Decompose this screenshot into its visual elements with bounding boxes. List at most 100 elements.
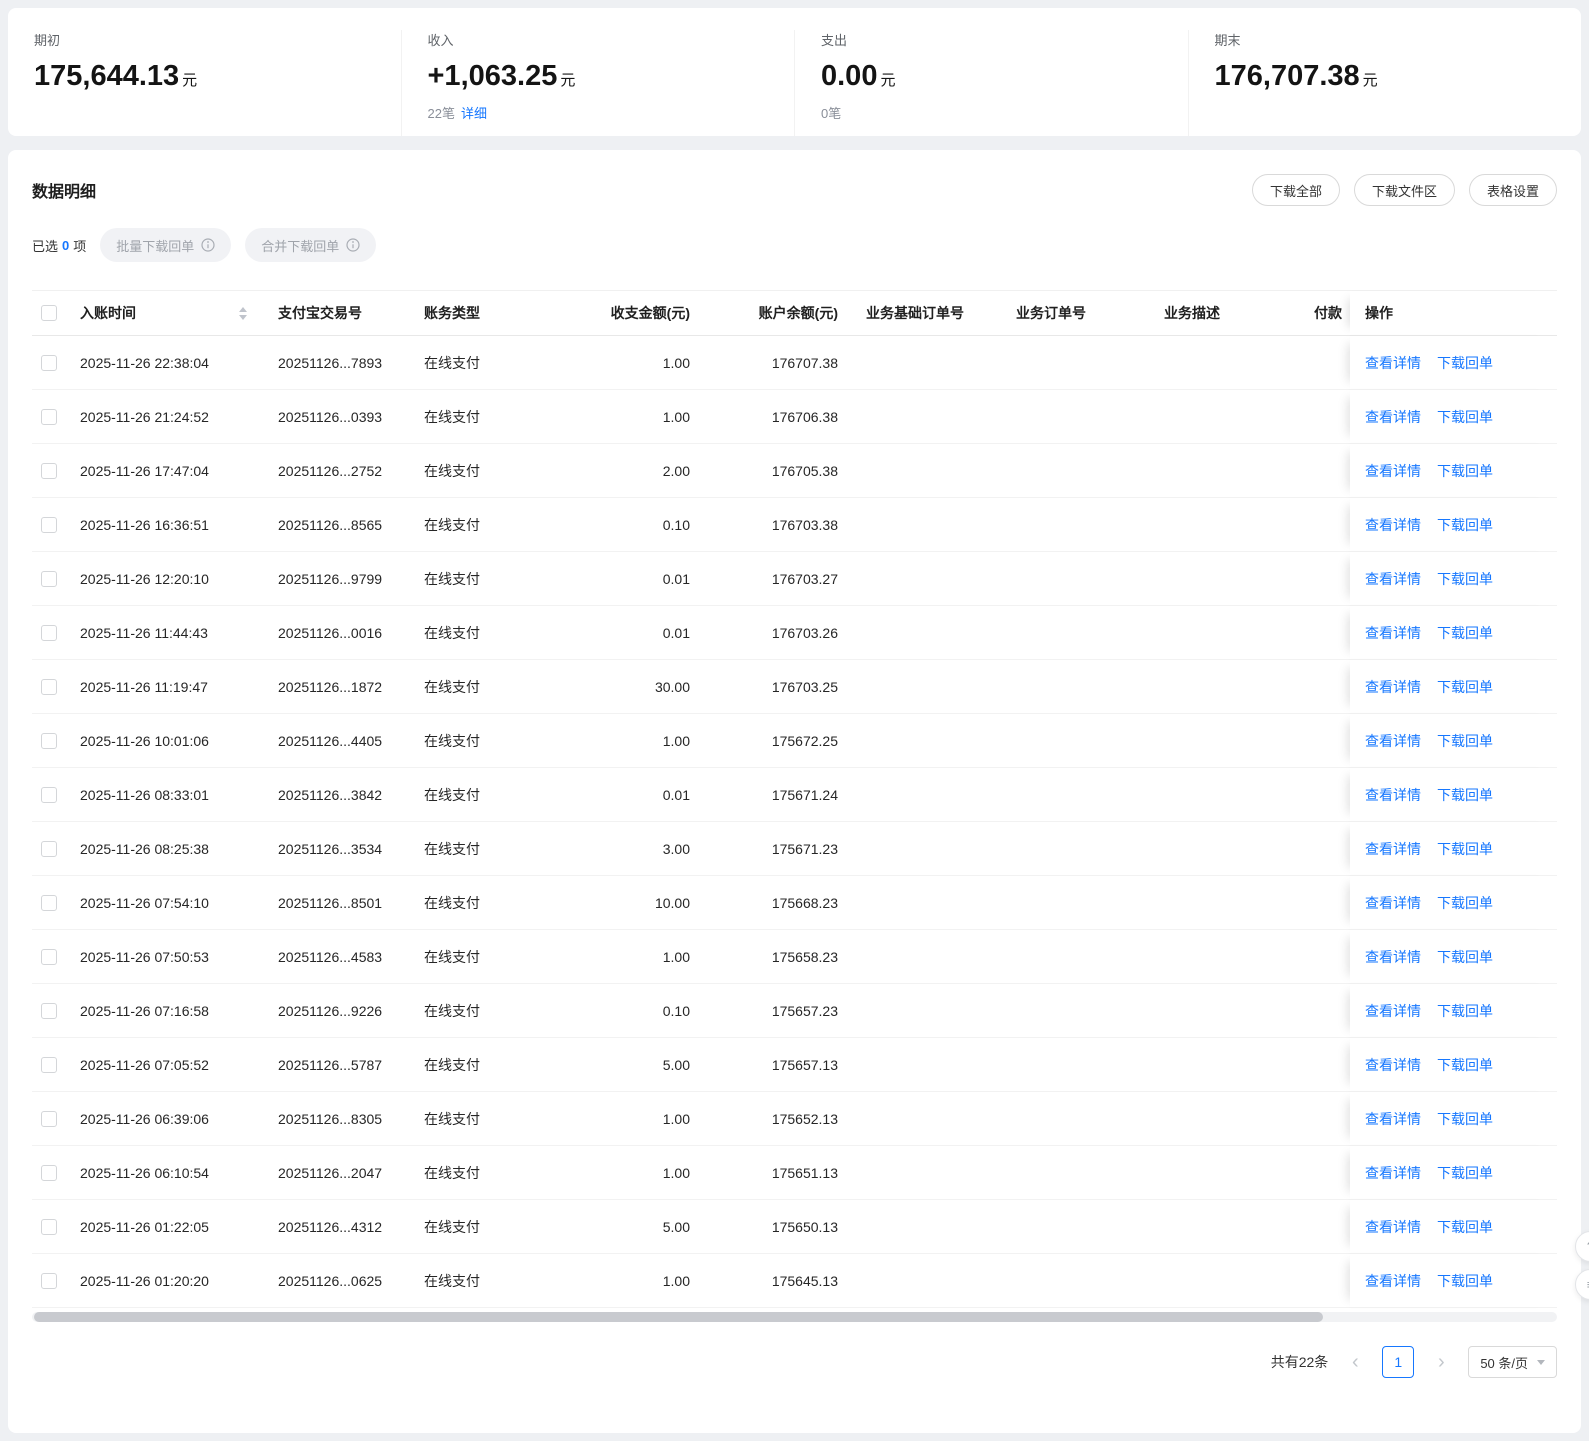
cell-balance: 175650.13 bbox=[771, 1218, 838, 1235]
download-receipt-link[interactable]: 下载回单 bbox=[1437, 893, 1493, 913]
view-detail-link[interactable]: 查看详情 bbox=[1365, 407, 1421, 427]
cell-entry-time: 2025-11-26 06:39:06 bbox=[80, 1110, 209, 1127]
view-detail-link[interactable]: 查看详情 bbox=[1365, 623, 1421, 643]
view-detail-link[interactable]: 查看详情 bbox=[1365, 1163, 1421, 1183]
download-receipt-link[interactable]: 下载回单 bbox=[1437, 569, 1493, 589]
data-detail-panel: 数据明细 下载全部 下载文件区 表格设置 已选 0 项 批量下载回单 合并下载回单 … bbox=[8, 150, 1581, 1433]
download-receipt-link[interactable]: 下载回单 bbox=[1437, 1055, 1493, 1075]
row-checkbox[interactable] bbox=[41, 1056, 57, 1073]
cell-balance: 176707.38 bbox=[771, 354, 838, 371]
cell-entry-time: 2025-11-26 16:36:51 bbox=[80, 516, 209, 533]
cell-operations: 查看详情 下载回单 bbox=[1350, 1254, 1557, 1307]
view-detail-link[interactable]: 查看详情 bbox=[1365, 839, 1421, 859]
download-receipt-link[interactable]: 下载回单 bbox=[1437, 461, 1493, 481]
row-checkbox[interactable] bbox=[41, 894, 57, 911]
row-checkbox-cell bbox=[32, 984, 80, 1037]
cell-alipay-txn-id: 20251126...8305 bbox=[278, 1110, 383, 1127]
download-receipt-link[interactable]: 下载回单 bbox=[1437, 677, 1493, 697]
row-checkbox[interactable] bbox=[41, 354, 57, 371]
view-detail-link[interactable]: 查看详情 bbox=[1365, 569, 1421, 589]
table-row: 2025-11-26 08:33:01 20251126...3842 在线支付… bbox=[32, 768, 1557, 822]
download-zone-button[interactable]: 下载文件区 bbox=[1353, 174, 1455, 206]
view-detail-link[interactable]: 查看详情 bbox=[1365, 947, 1421, 967]
col-entry-time[interactable]: 入账时间 bbox=[80, 291, 278, 335]
prev-page-icon[interactable]: ‹ bbox=[1342, 1346, 1368, 1378]
stat-label: 期初 bbox=[34, 33, 61, 48]
download-receipt-link[interactable]: 下载回单 bbox=[1437, 947, 1493, 967]
row-checkbox[interactable] bbox=[41, 1272, 57, 1289]
view-detail-link[interactable]: 查看详情 bbox=[1365, 1001, 1421, 1021]
download-receipt-link[interactable]: 下载回单 bbox=[1437, 623, 1493, 643]
download-all-button[interactable]: 下载全部 bbox=[1251, 174, 1340, 206]
col-amount: 收支金额(元) bbox=[610, 305, 690, 321]
view-detail-link[interactable]: 查看详情 bbox=[1365, 1055, 1421, 1075]
download-receipt-link[interactable]: 下载回单 bbox=[1437, 1001, 1493, 1021]
view-detail-link[interactable]: 查看详情 bbox=[1365, 677, 1421, 697]
stat-sub: 0笔 bbox=[821, 103, 1188, 122]
view-detail-link[interactable]: 查看详情 bbox=[1365, 1217, 1421, 1237]
row-checkbox[interactable] bbox=[41, 1164, 57, 1181]
download-receipt-link[interactable]: 下载回单 bbox=[1437, 353, 1493, 373]
download-receipt-link[interactable]: 下载回单 bbox=[1437, 785, 1493, 805]
row-checkbox-cell bbox=[32, 768, 80, 821]
cell-amount: 1.00 bbox=[662, 732, 690, 749]
cell-alipay-txn-id: 20251126...3534 bbox=[278, 840, 383, 857]
service-floating-button[interactable]: ≡ bbox=[1575, 1269, 1589, 1300]
cell-payer bbox=[1314, 1038, 1350, 1091]
download-receipt-link[interactable]: 下载回单 bbox=[1437, 731, 1493, 751]
row-checkbox[interactable] bbox=[41, 462, 57, 479]
row-checkbox[interactable] bbox=[41, 624, 57, 641]
row-checkbox[interactable] bbox=[41, 1110, 57, 1127]
next-page-icon[interactable]: › bbox=[1428, 1346, 1454, 1378]
cell-account-type: 在线支付 bbox=[424, 840, 480, 857]
view-detail-link[interactable]: 查看详情 bbox=[1365, 1271, 1421, 1291]
sort-icon[interactable] bbox=[239, 306, 247, 320]
cell-payer bbox=[1314, 444, 1350, 497]
cell-operations: 查看详情 下载回单 bbox=[1350, 876, 1557, 929]
row-checkbox[interactable] bbox=[41, 408, 57, 425]
income-detail-link[interactable]: 详细 bbox=[461, 106, 487, 121]
view-detail-link[interactable]: 查看详情 bbox=[1365, 731, 1421, 751]
row-checkbox[interactable] bbox=[41, 732, 57, 749]
row-checkbox[interactable] bbox=[41, 678, 57, 695]
cell-payer bbox=[1314, 1146, 1350, 1199]
cell-base-order-id bbox=[838, 768, 1016, 821]
download-receipt-link[interactable]: 下载回单 bbox=[1437, 1217, 1493, 1237]
cell-alipay-txn-id: 20251126...1872 bbox=[278, 678, 383, 695]
merge-download-receipt-button[interactable]: 合并下载回单 bbox=[245, 228, 377, 262]
row-checkbox[interactable] bbox=[41, 516, 57, 533]
download-receipt-link[interactable]: 下载回单 bbox=[1437, 1109, 1493, 1129]
col-account-type: 账务类型 bbox=[424, 305, 480, 321]
download-receipt-link[interactable]: 下载回单 bbox=[1437, 515, 1493, 535]
cell-balance: 175657.13 bbox=[771, 1056, 838, 1073]
row-checkbox[interactable] bbox=[41, 1218, 57, 1235]
view-detail-link[interactable]: 查看详情 bbox=[1365, 353, 1421, 373]
download-receipt-link[interactable]: 下载回单 bbox=[1437, 839, 1493, 859]
download-receipt-link[interactable]: 下载回单 bbox=[1437, 1163, 1493, 1183]
row-checkbox[interactable] bbox=[41, 948, 57, 965]
page-number-button[interactable]: 1 bbox=[1382, 1346, 1415, 1378]
row-checkbox[interactable] bbox=[41, 840, 57, 857]
cell-base-order-id bbox=[838, 984, 1016, 1037]
row-checkbox[interactable] bbox=[41, 786, 57, 803]
row-checkbox-cell bbox=[32, 822, 80, 875]
view-detail-link[interactable]: 查看详情 bbox=[1365, 785, 1421, 805]
cell-account-type: 在线支付 bbox=[424, 732, 480, 749]
row-checkbox[interactable] bbox=[41, 1002, 57, 1019]
view-detail-link[interactable]: 查看详情 bbox=[1365, 1109, 1421, 1129]
download-receipt-link[interactable]: 下载回单 bbox=[1437, 407, 1493, 427]
batch-download-receipt-button[interactable]: 批量下载回单 bbox=[100, 228, 232, 262]
view-detail-link[interactable]: 查看详情 bbox=[1365, 893, 1421, 913]
page-size-select[interactable]: 50 条/页 bbox=[1468, 1346, 1557, 1378]
scrollbar-thumb[interactable] bbox=[34, 1312, 1323, 1322]
view-detail-link[interactable]: 查看详情 bbox=[1365, 515, 1421, 535]
cell-description bbox=[1164, 822, 1314, 875]
row-checkbox[interactable] bbox=[41, 570, 57, 587]
select-all-checkbox[interactable] bbox=[41, 305, 57, 321]
download-receipt-link[interactable]: 下载回单 bbox=[1437, 1271, 1493, 1291]
cell-description bbox=[1164, 390, 1314, 443]
view-detail-link[interactable]: 查看详情 bbox=[1365, 461, 1421, 481]
horizontal-scrollbar[interactable] bbox=[32, 1312, 1557, 1322]
help-floating-button[interactable]: ? bbox=[1575, 1231, 1589, 1262]
table-settings-button[interactable]: 表格设置 bbox=[1468, 174, 1557, 206]
